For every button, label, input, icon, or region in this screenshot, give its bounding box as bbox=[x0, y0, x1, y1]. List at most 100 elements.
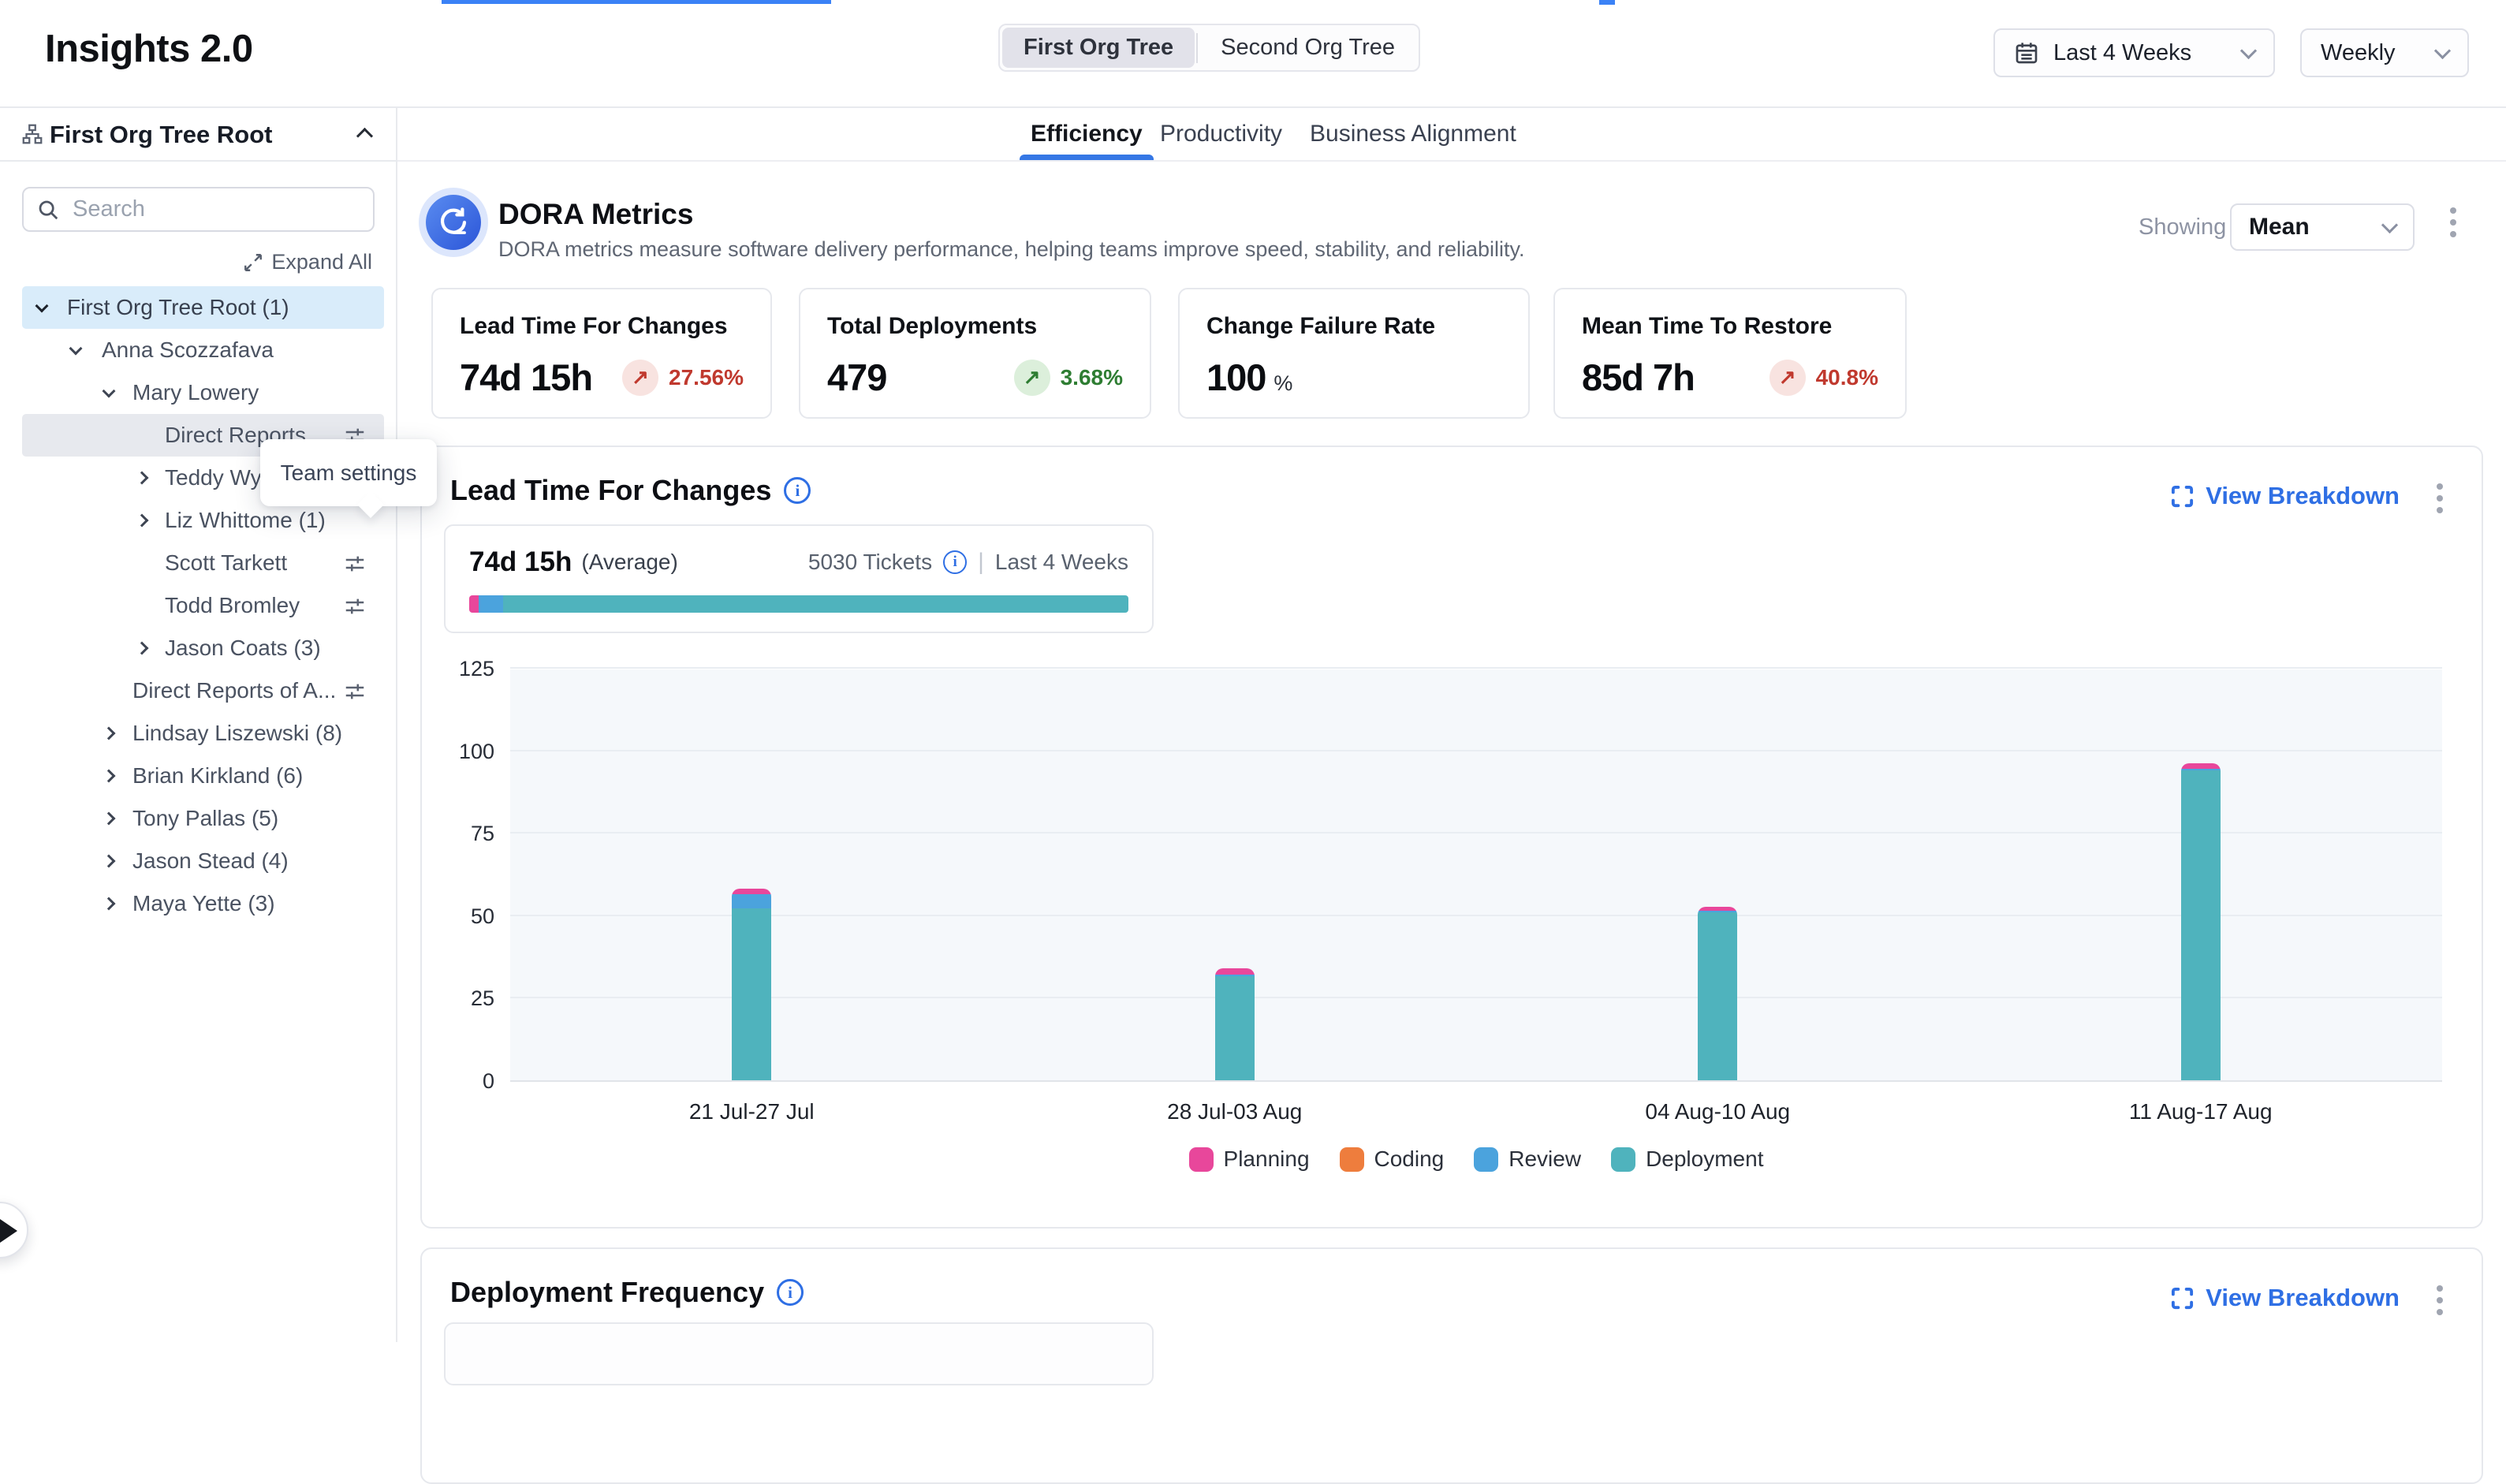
tree-item-anna-scozzafava[interactable]: Anna Scozzafava bbox=[22, 329, 384, 371]
sidebar-search[interactable] bbox=[22, 187, 375, 232]
tree-item-tony-pallas-5[interactable]: Tony Pallas (5) bbox=[22, 797, 384, 840]
chevron-right-icon[interactable] bbox=[103, 727, 116, 740]
search-icon bbox=[36, 198, 60, 222]
tab-label: Business Alignment bbox=[1310, 121, 1516, 147]
bar-segment-deployment bbox=[1698, 912, 1737, 1080]
x-axis-label: 04 Aug-10 Aug bbox=[1591, 1099, 1844, 1124]
metric-value: 85d 7h bbox=[1582, 356, 1695, 399]
legend-swatch bbox=[1474, 1147, 1498, 1172]
phase-segment-deployment bbox=[503, 595, 1128, 613]
chevron-down-icon bbox=[2240, 42, 2257, 58]
dora-kebab-menu[interactable] bbox=[2441, 207, 2465, 237]
tab-label: Productivity bbox=[1160, 121, 1282, 147]
info-icon[interactable]: i bbox=[943, 550, 967, 574]
aggregation-select[interactable]: Mean bbox=[2230, 203, 2415, 251]
granularity-select[interactable]: Weekly bbox=[2300, 28, 2469, 77]
gridline bbox=[510, 997, 2442, 998]
tree-item-todd-bromley[interactable]: Todd Bromley bbox=[22, 584, 384, 627]
chevron-up-icon[interactable] bbox=[356, 128, 373, 144]
tree-item-scott-tarkett[interactable]: Scott Tarkett bbox=[22, 542, 384, 584]
panel-kebab-menu[interactable] bbox=[2428, 1285, 2452, 1315]
chevron-right-icon[interactable] bbox=[103, 812, 116, 826]
chevron-right-icon[interactable] bbox=[103, 855, 116, 868]
tree-item-label: Todd Bromley bbox=[165, 593, 300, 618]
info-icon[interactable]: i bbox=[784, 477, 811, 504]
metric-value: 479 bbox=[827, 356, 886, 399]
stacked-bar-28-jul-03-aug[interactable] bbox=[1215, 968, 1255, 1080]
expand-all-icon bbox=[243, 252, 263, 273]
aggregation-value: Mean bbox=[2249, 214, 2384, 240]
trend-up-arrow-icon: ↗ bbox=[1014, 360, 1050, 396]
chevron-right-icon[interactable] bbox=[103, 770, 116, 783]
gridline bbox=[510, 832, 2442, 833]
date-range-value: Last 4 Weeks bbox=[2053, 40, 2228, 66]
legend-item-coding[interactable]: Coding bbox=[1340, 1147, 1445, 1172]
chevron-right-icon[interactable] bbox=[136, 514, 149, 528]
legend-swatch bbox=[1611, 1147, 1635, 1172]
y-axis-tick: 50 bbox=[422, 904, 494, 929]
tree-item-label: Jason Stead (4) bbox=[132, 848, 289, 874]
legend-item-deployment[interactable]: Deployment bbox=[1611, 1147, 1763, 1172]
org-tree-toggle[interactable]: First Org Tree Second Org Tree bbox=[998, 24, 1420, 72]
metric-card-change-failure-rate: Change Failure Rate100% bbox=[1178, 288, 1530, 419]
bar-segment-deployment bbox=[2181, 770, 2221, 1080]
sidebar-header[interactable]: First Org Tree Root bbox=[0, 108, 396, 162]
date-range-select[interactable]: Last 4 Weeks bbox=[1993, 28, 2275, 77]
org-tree-sidebar: First Org Tree Root Expand All First Org… bbox=[0, 108, 397, 1342]
chart-plot-area bbox=[510, 669, 2442, 1082]
tree-item-label: Lindsay Liszewski (8) bbox=[132, 721, 342, 746]
view-breakdown-label: View Breakdown bbox=[2206, 482, 2400, 510]
tree-item-lindsay-liszewski-8[interactable]: Lindsay Liszewski (8) bbox=[22, 712, 384, 755]
legend-item-review[interactable]: Review bbox=[1474, 1147, 1581, 1172]
chart-legend: Planning Coding Review Deployment bbox=[510, 1147, 2442, 1172]
tab-efficiency[interactable]: Efficiency bbox=[1031, 108, 1143, 160]
tree-item-jason-coats-3[interactable]: Jason Coats (3) bbox=[22, 627, 384, 669]
tab-business-alignment[interactable]: Business Alignment bbox=[1310, 108, 1516, 160]
toggle-first-org-tree[interactable]: First Org Tree bbox=[1002, 28, 1195, 68]
chevron-down-icon[interactable] bbox=[103, 385, 116, 398]
team-settings-icon[interactable] bbox=[343, 595, 367, 618]
stacked-bar-21-jul-27-jul[interactable] bbox=[732, 889, 771, 1080]
view-breakdown-link[interactable]: View Breakdown bbox=[2170, 482, 2400, 510]
legend-label: Deployment bbox=[1646, 1147, 1763, 1172]
tree-item-mary-lowery[interactable]: Mary Lowery bbox=[22, 371, 384, 414]
team-settings-icon[interactable] bbox=[343, 552, 367, 576]
chevron-right-icon[interactable] bbox=[136, 472, 149, 485]
tree-item-label: Jason Coats (3) bbox=[165, 636, 321, 661]
info-icon[interactable]: i bbox=[777, 1279, 804, 1306]
stacked-bar-04-aug-10-aug[interactable] bbox=[1698, 907, 1737, 1080]
tree-item-direct-reports-of-a[interactable]: Direct Reports of A... bbox=[22, 669, 384, 712]
chevron-right-icon[interactable] bbox=[136, 642, 149, 655]
toggle-second-org-tree[interactable]: Second Org Tree bbox=[1199, 28, 1416, 68]
chevron-down-icon bbox=[2434, 42, 2451, 58]
average-suffix: (Average) bbox=[581, 550, 677, 575]
metric-delta-value: 40.8% bbox=[1816, 365, 1878, 390]
tree-item-brian-kirkland-6[interactable]: Brian Kirkland (6) bbox=[22, 755, 384, 797]
legend-item-planning[interactable]: Planning bbox=[1189, 1147, 1310, 1172]
tab-productivity[interactable]: Productivity bbox=[1160, 108, 1282, 160]
search-input[interactable] bbox=[71, 196, 308, 223]
metric-card-title: Lead Time For Changes bbox=[460, 313, 744, 340]
tree-item-label: First Org Tree Root (1) bbox=[67, 295, 289, 320]
tree-item-label: Tony Pallas (5) bbox=[132, 806, 278, 831]
chevron-right-icon[interactable] bbox=[103, 897, 116, 911]
stacked-bar-11-aug-17-aug[interactable] bbox=[2181, 763, 2221, 1080]
chevron-down-icon[interactable] bbox=[69, 342, 83, 356]
tree-item-first-org-tree-root-1[interactable]: First Org Tree Root (1) bbox=[22, 286, 384, 329]
view-breakdown-link[interactable]: View Breakdown bbox=[2170, 1284, 2400, 1312]
tree-item-label: Mary Lowery bbox=[132, 380, 259, 405]
tree-item-maya-yette-3[interactable]: Maya Yette (3) bbox=[22, 882, 384, 925]
metric-unit: % bbox=[1274, 371, 1292, 395]
gridline bbox=[510, 750, 2442, 751]
legend-label: Coding bbox=[1374, 1147, 1445, 1172]
average-value: 74d 15h bbox=[469, 546, 572, 578]
team-settings-icon[interactable] bbox=[343, 680, 367, 703]
app-title: Insights 2.0 bbox=[45, 27, 253, 71]
panel-kebab-menu[interactable] bbox=[2428, 483, 2452, 513]
y-axis-tick: 100 bbox=[422, 740, 494, 764]
tree-item-jason-stead-4[interactable]: Jason Stead (4) bbox=[22, 840, 384, 882]
active-tab-underline bbox=[1020, 155, 1154, 160]
tab-label: Efficiency bbox=[1031, 121, 1143, 147]
expand-all-button[interactable]: Expand All bbox=[243, 250, 372, 274]
chevron-down-icon[interactable] bbox=[35, 300, 49, 313]
